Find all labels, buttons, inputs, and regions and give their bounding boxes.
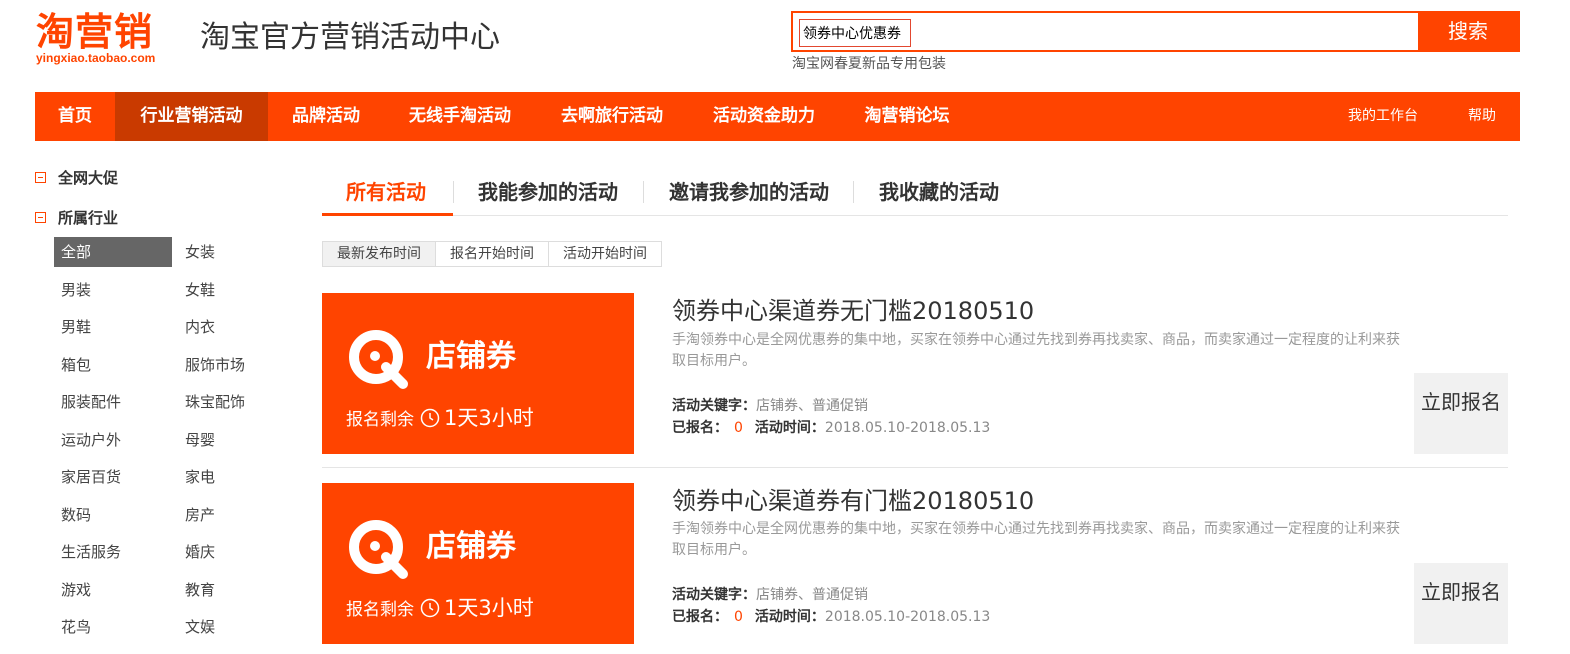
activity-banner[interactable]: 店铺券 报名剩余 1天3小时 bbox=[322, 293, 634, 454]
sidebar-category[interactable]: 内衣 bbox=[178, 312, 296, 342]
sort-by-activity-start[interactable]: 活动开始时间 bbox=[549, 242, 661, 266]
signed-label: 已报名： bbox=[672, 609, 728, 625]
nav-help-link[interactable]: 帮助 bbox=[1468, 92, 1496, 141]
tab-all-activities[interactable]: 所有活动 bbox=[346, 178, 426, 214]
logo-domain: yingxiao.taobao.com bbox=[36, 51, 156, 65]
sidebar-group-promotions[interactable]: 全网大促 bbox=[35, 168, 118, 188]
sort-options: 最新发布时间 报名开始时间 活动开始时间 bbox=[322, 241, 662, 267]
remaining-time: 1天3小时 bbox=[444, 596, 534, 620]
sidebar-category[interactable]: 运动户外 bbox=[54, 425, 172, 455]
search-bar: 搜索 bbox=[791, 11, 1520, 52]
activity-description: 手淘领券中心是全网优惠券的集中地，买家在领券中心通过先找到券再找卖家、商品，而卖… bbox=[672, 332, 1400, 369]
activity-banner[interactable]: 店铺券 报名剩余 1天3小时 bbox=[322, 483, 634, 644]
sidebar-group-label: 全网大促 bbox=[58, 169, 119, 187]
time-label: 活动时间： bbox=[754, 420, 825, 436]
logo-text: 淘营销 bbox=[36, 10, 154, 54]
sidebar-category[interactable]: 数码 bbox=[54, 500, 172, 530]
activity-meta: 已报名： 0 活动时间：2018.05.10-2018.05.13 bbox=[672, 418, 990, 438]
site-logo[interactable]: 淘营销 yingxiao.taobao.com bbox=[36, 10, 196, 70]
search-hint-link[interactable]: 淘宝网春夏新品专用包装 bbox=[792, 54, 946, 74]
main-nav: 首页 行业营销活动 品牌活动 无线手淘活动 去啊旅行活动 活动资金助力 淘营销论… bbox=[35, 92, 1520, 141]
sidebar-category[interactable]: 服装配件 bbox=[54, 387, 172, 417]
remaining-label: 报名剩余 bbox=[346, 600, 414, 620]
keywords-label: 活动关键字： bbox=[672, 587, 756, 603]
collapse-icon bbox=[35, 172, 46, 183]
join-button[interactable]: 立即报名 bbox=[1414, 373, 1508, 454]
nav-item-home[interactable]: 首页 bbox=[35, 92, 115, 141]
nav-item-forum[interactable]: 淘营销论坛 bbox=[851, 92, 963, 141]
signed-count: 0 bbox=[734, 609, 743, 625]
keywords-label: 活动关键字： bbox=[672, 398, 756, 414]
tab-separator bbox=[643, 181, 644, 203]
nav-item-funding[interactable]: 活动资金助力 bbox=[699, 92, 829, 141]
activity-title[interactable]: 领券中心渠道券有门槛20180510 bbox=[672, 484, 1034, 518]
clock-icon bbox=[420, 598, 440, 618]
sidebar-category[interactable]: 男装 bbox=[54, 275, 172, 305]
coupon-search-icon bbox=[349, 330, 408, 389]
search-button[interactable]: 搜索 bbox=[1418, 13, 1518, 50]
sidebar-category[interactable]: 文娱 bbox=[178, 612, 296, 642]
activity-meta: 已报名： 0 活动时间：2018.05.10-2018.05.13 bbox=[672, 607, 990, 627]
sidebar-category[interactable]: 教育 bbox=[178, 575, 296, 605]
time-range: 2018.05.10-2018.05.13 bbox=[824, 609, 991, 625]
signed-count: 0 bbox=[734, 420, 743, 436]
clock-icon bbox=[420, 408, 440, 428]
keywords-value: 店铺券、普通促销 bbox=[756, 398, 868, 414]
sidebar-category[interactable]: 房产 bbox=[178, 500, 296, 530]
remaining-label: 报名剩余 bbox=[346, 410, 414, 430]
sidebar-category[interactable]: 家电 bbox=[178, 462, 296, 492]
sidebar-category[interactable]: 游戏 bbox=[54, 575, 172, 605]
signup-remaining: 报名剩余 1天3小时 bbox=[346, 403, 534, 435]
nav-item-brand[interactable]: 品牌活动 bbox=[275, 92, 377, 141]
active-tab-indicator bbox=[322, 213, 453, 216]
sidebar-category[interactable]: 生活服务 bbox=[54, 537, 172, 567]
activity-keywords: 活动关键字：店铺券、普通促销 bbox=[672, 585, 868, 605]
sidebar-category[interactable]: 家居百货 bbox=[54, 462, 172, 492]
time-range: 2018.05.10-2018.05.13 bbox=[824, 420, 991, 436]
sidebar-group-label: 所属行业 bbox=[58, 209, 119, 227]
nav-workbench-link[interactable]: 我的工作台 bbox=[1348, 92, 1418, 141]
activity-title[interactable]: 领券中心渠道券无门槛20180510 bbox=[672, 294, 1034, 328]
nav-item-industry[interactable]: 行业营销活动 bbox=[115, 92, 268, 141]
time-label: 活动时间： bbox=[754, 609, 825, 625]
sort-by-signup-start[interactable]: 报名开始时间 bbox=[436, 242, 549, 266]
signed-label: 已报名： bbox=[672, 420, 728, 436]
sidebar-category[interactable]: 女装 bbox=[178, 237, 296, 267]
sidebar-category[interactable]: 服饰市场 bbox=[178, 350, 296, 380]
sidebar-category[interactable]: 女鞋 bbox=[178, 275, 296, 305]
card-divider bbox=[322, 467, 1508, 468]
signup-remaining: 报名剩余 1天3小时 bbox=[346, 593, 534, 625]
keywords-value: 店铺券、普通促销 bbox=[756, 587, 868, 603]
tab-favorite-activities[interactable]: 我收藏的活动 bbox=[879, 178, 999, 214]
activity-keywords: 活动关键字：店铺券、普通促销 bbox=[672, 396, 868, 416]
sort-by-publish-time[interactable]: 最新发布时间 bbox=[323, 242, 436, 266]
tab-separator bbox=[453, 181, 454, 203]
tab-invited-activities[interactable]: 邀请我参加的活动 bbox=[669, 178, 829, 214]
tab-separator bbox=[853, 181, 854, 203]
banner-title: 店铺券 bbox=[426, 339, 516, 374]
sidebar-category[interactable]: 男鞋 bbox=[54, 312, 172, 342]
banner-title: 店铺券 bbox=[426, 529, 516, 564]
tabs-divider bbox=[322, 215, 1508, 216]
sidebar-category-all[interactable]: 全部 bbox=[54, 237, 172, 267]
sidebar-category[interactable]: 母婴 bbox=[178, 425, 296, 455]
sidebar-group-industry[interactable]: 所属行业 bbox=[35, 208, 118, 228]
coupon-search-icon bbox=[349, 520, 408, 579]
join-button[interactable]: 立即报名 bbox=[1414, 563, 1508, 644]
sidebar-category[interactable]: 珠宝配饰 bbox=[178, 387, 296, 417]
sidebar-category[interactable]: 花鸟 bbox=[54, 612, 172, 642]
nav-item-travel[interactable]: 去啊旅行活动 bbox=[547, 92, 677, 141]
sidebar-category[interactable]: 箱包 bbox=[54, 350, 172, 380]
nav-item-mobile[interactable]: 无线手淘活动 bbox=[395, 92, 525, 141]
sidebar-category[interactable]: 婚庆 bbox=[178, 537, 296, 567]
search-input[interactable] bbox=[799, 19, 911, 47]
activity-description: 手淘领券中心是全网优惠券的集中地，买家在领券中心通过先找到券再找卖家、商品，而卖… bbox=[672, 521, 1400, 558]
site-title: 淘宝官方营销活动中心 bbox=[200, 20, 500, 55]
collapse-icon bbox=[35, 212, 46, 223]
tab-eligible-activities[interactable]: 我能参加的活动 bbox=[478, 178, 618, 214]
remaining-time: 1天3小时 bbox=[444, 406, 534, 430]
